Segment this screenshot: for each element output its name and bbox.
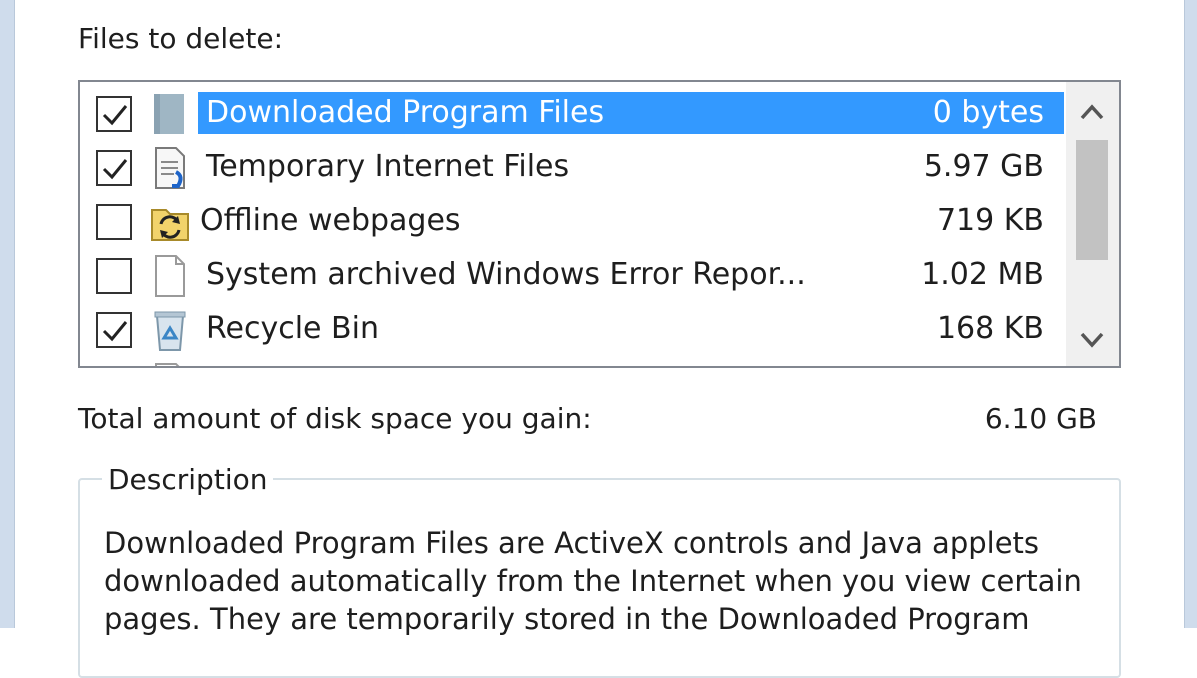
total-space-value: 6.10 GB [984,402,1097,435]
list-scrollbar[interactable] [1066,82,1119,366]
description-title: Description [102,462,274,498]
list-item[interactable]: System archived Windows Error Repor... 1… [80,248,1066,302]
recycle-bin-icon [150,308,190,352]
list-item[interactable]: Downloaded Program Files 0 bytes [80,86,1066,140]
description-text: Downloaded Program Files are ActiveX con… [104,526,1082,636]
item-checkbox[interactable] [96,150,132,186]
list-item[interactable]: Temporary Internet Files 5.97 GB [80,140,1066,194]
total-space-label: Total amount of disk space you gain: [78,402,592,435]
item-size: 719 KB [936,203,1044,238]
files-to-delete-list[interactable]: Downloaded Program Files 0 bytes Tempora… [78,80,1121,368]
item-name: Recycle Bin [206,311,379,346]
blank-document-icon [150,254,190,298]
list-item-partial[interactable] [80,356,1066,368]
offline-webpages-icon [150,200,190,244]
internet-file-icon [150,146,190,190]
item-checkbox[interactable] [96,312,132,348]
item-checkbox[interactable] [96,204,132,240]
item-size: 5.97 GB [923,149,1044,184]
blank-document-icon [150,362,190,366]
item-name: System archived Windows Error Repor... [206,257,806,292]
scroll-thumb[interactable] [1076,140,1108,260]
files-to-delete-label: Files to delete: [78,22,283,55]
chevron-down-icon [1080,332,1104,348]
item-checkbox[interactable] [96,96,132,132]
item-size: 168 KB [936,311,1044,346]
item-name: Offline webpages [200,203,461,238]
list-item[interactable]: Offline webpages 719 KB [80,194,1066,248]
item-checkbox[interactable] [96,258,132,294]
folder-icon [150,92,190,136]
chevron-up-icon [1080,104,1104,120]
item-name: Temporary Internet Files [206,149,570,184]
scroll-down-button[interactable] [1066,316,1119,366]
item-size: 0 bytes [932,95,1044,130]
item-name: Downloaded Program Files [206,95,605,130]
scroll-up-button[interactable] [1066,88,1119,140]
item-checkbox[interactable] [96,366,132,368]
window-frame-left [0,0,15,628]
window-frame-right [1184,0,1197,628]
item-row-highlight: Downloaded Program Files 0 bytes [198,92,1064,134]
item-size: 1.02 MB [921,257,1044,292]
list-item[interactable]: Recycle Bin 168 KB [80,302,1066,356]
